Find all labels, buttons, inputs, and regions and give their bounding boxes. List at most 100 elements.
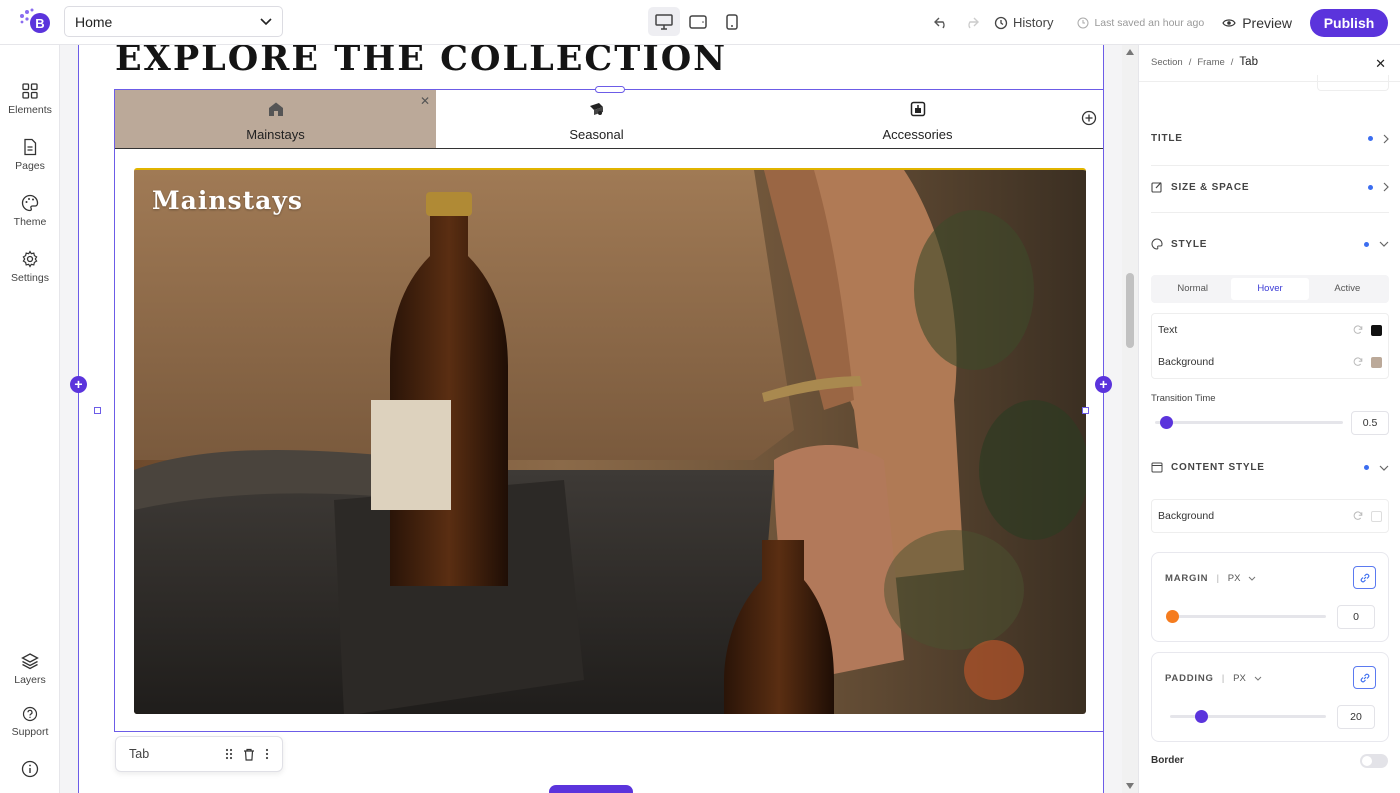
reset-icon[interactable] (1353, 357, 1363, 367)
content-background-row[interactable]: Background (1152, 500, 1388, 532)
transition-time-input[interactable]: 0.5 (1351, 411, 1389, 435)
rail-settings[interactable]: Settings (0, 250, 60, 284)
drag-handle-icon[interactable] (225, 748, 233, 760)
margin-input[interactable]: 0 (1337, 605, 1375, 629)
history-button[interactable]: History (994, 15, 1053, 30)
state-tab-active[interactable]: Active (1309, 278, 1386, 300)
modified-dot (1368, 136, 1373, 141)
link-icon[interactable] (1353, 566, 1376, 589)
section-title[interactable]: TITLE (1151, 133, 1389, 144)
text-color-label: Text (1158, 324, 1178, 336)
section-content-style[interactable]: CONTENT STYLE (1151, 462, 1389, 473)
padding-slider[interactable] (1170, 715, 1326, 718)
margin-slider-knob[interactable] (1166, 610, 1179, 623)
section-style[interactable]: STYLE (1151, 238, 1389, 250)
padding-input[interactable]: 20 (1337, 705, 1375, 729)
app-logo[interactable]: B (18, 7, 52, 35)
add-left-icon[interactable]: + (70, 376, 87, 393)
close-icon[interactable]: ✕ (420, 94, 430, 108)
edit-box-icon (1151, 181, 1165, 193)
margin-unit-select[interactable]: PX (1228, 573, 1241, 584)
page-select-value: Home (75, 13, 113, 30)
undo-icon[interactable] (934, 15, 950, 31)
content-background-swatch[interactable] (1371, 510, 1382, 522)
reset-icon[interactable] (1353, 325, 1363, 335)
state-tab-hover[interactable]: Hover (1231, 278, 1309, 300)
properties-panel: Section / Frame / Tab ✕ TITLE SIZE & SPACE… (1138, 45, 1400, 793)
seasonal-icon (588, 101, 606, 117)
margin-slider[interactable] (1170, 615, 1326, 618)
svg-text:B: B (35, 16, 44, 31)
transition-slider-knob[interactable] (1160, 416, 1173, 429)
breadcrumb-section[interactable]: Section (1151, 57, 1183, 68)
section-size-space[interactable]: SIZE & SPACE (1151, 181, 1389, 193)
padding-slider-knob[interactable] (1195, 710, 1208, 723)
history-icon (994, 16, 1008, 30)
section-title-label: TITLE (1151, 133, 1183, 144)
scroll-up-arrow-icon[interactable] (1126, 49, 1134, 55)
link-icon[interactable] (1353, 666, 1376, 689)
redo-icon[interactable] (964, 15, 980, 31)
resize-handle-right[interactable] (1082, 407, 1089, 414)
chevron-down-icon (260, 17, 272, 26)
add-tab-icon[interactable] (1081, 110, 1097, 126)
more-vertical-icon[interactable] (265, 748, 269, 760)
mobile-icon[interactable] (716, 7, 748, 36)
rail-support-label: Support (11, 726, 49, 738)
tab-accessories[interactable]: Accessories (757, 90, 1078, 148)
state-tab-normal[interactable]: Normal (1154, 278, 1231, 300)
canvas-scrollbar[interactable] (1122, 45, 1138, 793)
page-section[interactable]: EXPLORE THE COLLECTION ✕ Mainstays Seaso… (70, 45, 1112, 793)
chevron-down-icon (1379, 241, 1389, 247)
background-color-swatch[interactable] (1371, 356, 1382, 368)
tab-mainstays[interactable]: ✕ Mainstays (115, 90, 436, 148)
rail-layers[interactable]: Layers (0, 652, 60, 686)
add-right-icon[interactable]: + (1095, 376, 1112, 393)
info-icon[interactable] (0, 760, 60, 778)
border-toggle[interactable] (1360, 754, 1388, 768)
editor-canvas: EXPLORE THE COLLECTION ✕ Mainstays Seaso… (60, 45, 1122, 793)
chevron-down-icon[interactable] (1248, 576, 1256, 581)
divider (1151, 212, 1389, 213)
content-title[interactable]: Mainstays (152, 186, 303, 215)
desktop-icon[interactable] (648, 7, 680, 36)
margin-label: MARGIN (1165, 573, 1209, 584)
tab-frame[interactable]: ✕ Mainstays Seasonal Accessories Mainsta… (114, 86, 1104, 732)
tab-seasonal[interactable]: Seasonal (436, 90, 757, 148)
close-icon[interactable]: ✕ (1375, 56, 1386, 72)
transition-slider[interactable] (1155, 421, 1343, 424)
divider (1151, 165, 1389, 166)
content-background-label: Background (1158, 510, 1215, 522)
scrollbar-thumb[interactable] (1126, 273, 1134, 348)
resize-handle-left[interactable] (94, 407, 101, 414)
help-icon (22, 706, 38, 722)
preview-button[interactable]: Preview (1222, 15, 1292, 31)
padding-unit-select[interactable]: PX (1233, 673, 1246, 684)
top-bar: B Home History Last saved an hour ago Pr… (0, 0, 1400, 45)
rail-pages[interactable]: Pages (0, 138, 60, 172)
state-tabs: Normal Hover Active (1151, 275, 1389, 303)
rail-theme[interactable]: Theme (0, 194, 60, 228)
scroll-down-arrow-icon[interactable] (1126, 783, 1134, 789)
publish-button[interactable]: Publish (1310, 8, 1388, 37)
rail-support[interactable]: Support (0, 706, 60, 738)
page-select[interactable]: Home (64, 6, 283, 37)
palette-icon (21, 194, 39, 212)
section-heading[interactable]: EXPLORE THE COLLECTION (115, 45, 727, 79)
trash-icon[interactable] (243, 748, 255, 761)
chevron-down-icon (1379, 465, 1389, 471)
tab-label: Mainstays (246, 127, 305, 142)
color-settings: Text Background (1151, 313, 1389, 379)
rail-elements[interactable]: Elements (0, 82, 60, 116)
breadcrumb-frame[interactable]: Frame (1197, 57, 1224, 68)
chevron-down-icon[interactable] (1254, 676, 1262, 681)
add-section-button[interactable] (549, 785, 633, 793)
reset-icon[interactable] (1353, 511, 1363, 521)
tablet-icon[interactable] (682, 7, 714, 36)
tab-content-image[interactable]: Mainstays (134, 168, 1086, 714)
chevron-right-icon (1383, 182, 1389, 192)
background-color-row[interactable]: Background (1152, 346, 1388, 378)
device-switcher (648, 7, 748, 36)
text-color-row[interactable]: Text (1152, 314, 1388, 346)
text-color-swatch[interactable] (1371, 324, 1382, 336)
